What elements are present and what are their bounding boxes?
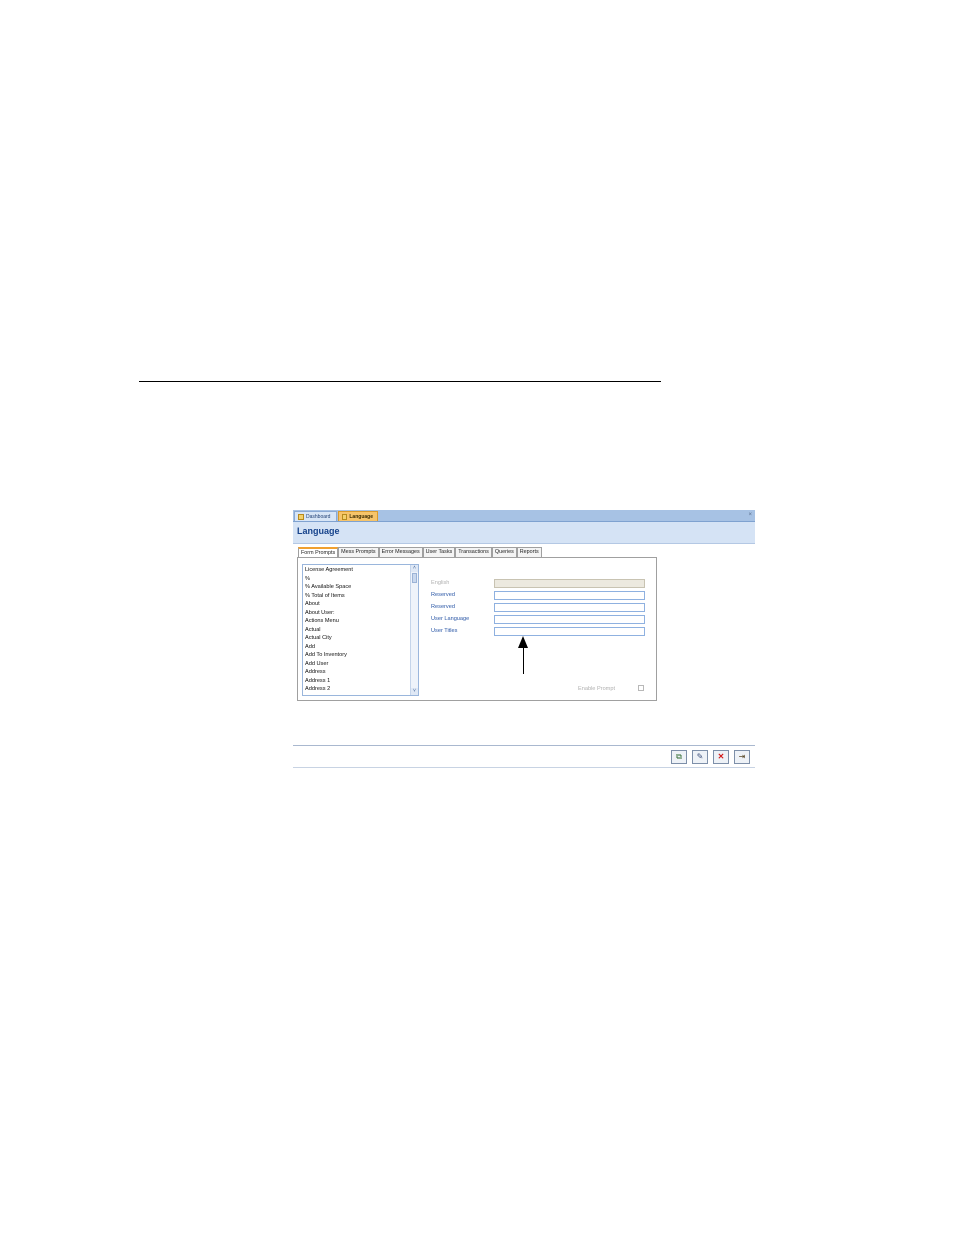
page-title: Language [297, 526, 340, 536]
form-icon [298, 513, 304, 520]
scroll-down-icon[interactable]: ˅ [411, 688, 418, 695]
english-label: English [431, 580, 450, 586]
scroll-up-icon[interactable]: ˄ [411, 565, 418, 572]
doc-tab-label: Dashboard [306, 513, 331, 520]
reserved-field-2[interactable] [494, 603, 645, 612]
tab-strip: Form Prompts Mess Prompts Error Messages… [298, 547, 542, 557]
doc-tab-dashboard[interactable]: Dashboard [294, 511, 337, 521]
user-titles-field[interactable] [494, 627, 645, 636]
reserved-label-1: Reserved [431, 592, 455, 598]
enable-prompt-label: Enable Prompt [578, 686, 616, 692]
edit-button[interactable]: ✎ [692, 750, 708, 764]
copy-icon: ⧉ [676, 752, 682, 761]
doc-tab-language[interactable]: Language [338, 511, 378, 521]
enable-prompt-checkbox[interactable] [638, 685, 644, 691]
list-item[interactable]: Actions Menu [305, 617, 409, 626]
user-language-label: User Language [431, 616, 470, 622]
reserved-field-1[interactable] [494, 591, 645, 600]
list-item[interactable]: Add [305, 643, 409, 652]
tab-form-prompts[interactable]: Form Prompts [298, 547, 339, 557]
prompt-listbox[interactable]: License Agreement%% Available Space% Tot… [302, 564, 419, 696]
list-item[interactable]: % Total of Items [305, 592, 409, 601]
list-item[interactable]: Actual [305, 626, 409, 635]
footer-divider-bottom [293, 767, 755, 768]
list-item[interactable]: Address 1 [305, 677, 409, 686]
user-titles-label: User Titles [431, 628, 458, 634]
tab-queries[interactable]: Queries [491, 547, 517, 557]
list-item[interactable]: Address 2 [305, 685, 409, 694]
delete-icon: ✕ [717, 752, 725, 761]
list-item[interactable]: License Agreement [305, 566, 409, 575]
tab-error-messages[interactable]: Error Messages [378, 547, 423, 557]
edit-icon: ✎ [696, 752, 704, 761]
list-item[interactable]: % Available Space [305, 583, 409, 592]
list-item[interactable]: Actual City [305, 634, 409, 643]
close-icon[interactable]: × [748, 511, 752, 520]
copy-button[interactable]: ⧉ [671, 750, 687, 764]
list-items: License Agreement%% Available Space% Tot… [305, 566, 409, 694]
exit-door-icon: ⇥ [738, 752, 746, 761]
annotation-arrow [523, 640, 524, 674]
reserved-label-2: Reserved [431, 604, 455, 610]
tab-panel: License Agreement%% Available Space% Tot… [297, 557, 657, 701]
tab-mess-prompts[interactable]: Mess Prompts [338, 547, 379, 557]
doc-tab-label: Language [349, 513, 373, 520]
list-item[interactable]: Add User [305, 660, 409, 669]
list-item[interactable]: About [305, 600, 409, 609]
exit-button[interactable]: ⇥ [734, 750, 750, 764]
tab-user-tasks[interactable]: User Tasks [422, 547, 456, 557]
form-icon [342, 513, 348, 520]
document-tab-bar: Dashboard Language × [293, 510, 755, 522]
list-item[interactable]: Add To Inventory [305, 651, 409, 660]
user-language-field[interactable] [494, 615, 645, 624]
horizontal-rule [139, 381, 661, 382]
tab-reports[interactable]: Reports [516, 547, 542, 557]
footer-divider [293, 745, 755, 746]
list-item[interactable]: About User: [305, 609, 409, 618]
listbox-scrollbar[interactable]: ˄ ˅ [410, 565, 418, 695]
list-item[interactable]: Address [305, 668, 409, 677]
english-field [494, 579, 645, 588]
form-header: Language [293, 522, 755, 544]
scroll-thumb[interactable] [412, 573, 417, 583]
list-item[interactable]: % [305, 575, 409, 584]
delete-button[interactable]: ✕ [713, 750, 729, 764]
tab-transactions[interactable]: Transactions [455, 547, 492, 557]
